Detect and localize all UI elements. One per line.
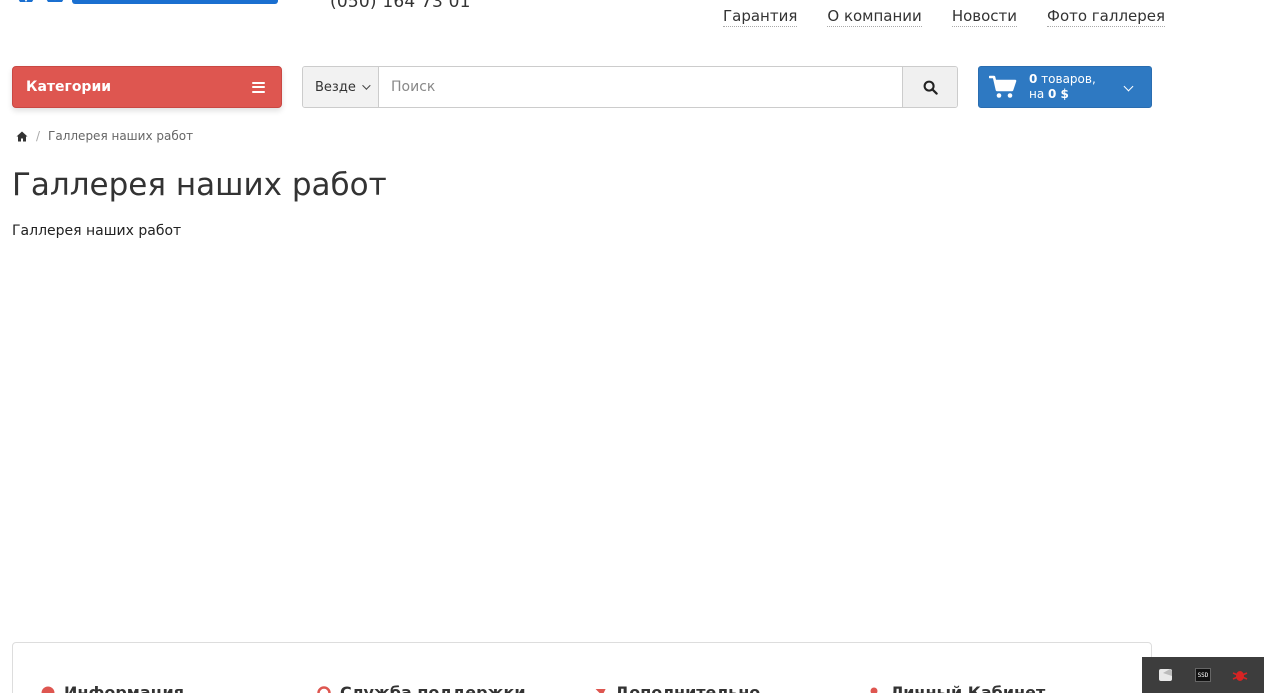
nav-link-warranty[interactable]: Гарантия [723, 7, 798, 27]
chevron-down-icon [1123, 81, 1134, 92]
chevron-down-icon [361, 81, 371, 90]
lifebuoy-icon [317, 685, 331, 693]
top-nav: Гарантия О компании Новости Фото галлере… [723, 7, 1166, 27]
header-phone[interactable]: (050) 164 73 01 [330, 0, 471, 12]
app-window-icon [1159, 669, 1173, 681]
cart-on-label: на [1029, 87, 1049, 101]
cart-count-suffix: товаров, [1037, 72, 1096, 86]
site-logo[interactable] [12, 0, 278, 4]
home-icon[interactable] [16, 131, 28, 142]
search-bar: Везде [302, 66, 958, 108]
nav-link-news[interactable]: Новости [951, 7, 1018, 27]
categories-button[interactable]: Категории [12, 66, 282, 108]
footer-column-information[interactable]: Информация [41, 683, 184, 693]
tray-bug-button[interactable] [1231, 666, 1249, 684]
search-icon [923, 80, 938, 95]
user-icon [870, 687, 878, 693]
logo-underline [72, 0, 278, 4]
cart-button[interactable]: 0 товаров, на 0 $ [978, 66, 1152, 108]
nav-link-photo-gallery[interactable]: Фото галлерея [1047, 7, 1166, 27]
breadcrumb: / Галлерея наших работ [16, 129, 193, 143]
bug-icon [1232, 671, 1247, 681]
floating-toolbar: SSD [1142, 657, 1264, 693]
footer-column-title: Дополнительно [615, 683, 761, 693]
page-description: Галлерея наших работ [12, 223, 182, 239]
breadcrumb-separator: / [36, 129, 41, 143]
info-icon [41, 686, 55, 693]
page-title: Галлерея наших работ [12, 167, 387, 203]
search-button[interactable] [902, 67, 957, 107]
footer-panel: Информация Служба поддержки Дополнительн… [12, 642, 1152, 693]
footer-column-extras[interactable]: Дополнительно [592, 683, 760, 693]
search-input[interactable] [379, 67, 902, 107]
shopping-cart-icon [989, 75, 1017, 98]
logo-mark-icon [18, 0, 64, 2]
ssd-icon: SSD [1194, 668, 1211, 682]
cart-summary: 0 товаров, на 0 $ [1029, 72, 1096, 102]
pin-icon [595, 688, 606, 693]
categories-label: Категории [26, 79, 112, 95]
footer-column-account[interactable]: Личный Кабинет [867, 683, 1045, 693]
footer-column-title: Личный Кабинет [890, 683, 1046, 693]
footer-column-title: Информация [64, 683, 184, 693]
tray-ssd-button[interactable]: SSD [1194, 666, 1212, 684]
nav-link-about[interactable]: О компании [827, 7, 922, 27]
search-scope-dropdown[interactable]: Везде [303, 67, 379, 107]
breadcrumb-current: Галлерея наших работ [48, 129, 194, 143]
footer-column-support[interactable]: Служба поддержки [317, 683, 526, 693]
footer-column-title: Служба поддержки [340, 683, 526, 693]
hamburger-icon [252, 81, 265, 93]
cart-total: 0 $ [1048, 87, 1069, 101]
tray-app-button[interactable] [1157, 666, 1175, 684]
search-scope-label: Везде [315, 79, 356, 95]
